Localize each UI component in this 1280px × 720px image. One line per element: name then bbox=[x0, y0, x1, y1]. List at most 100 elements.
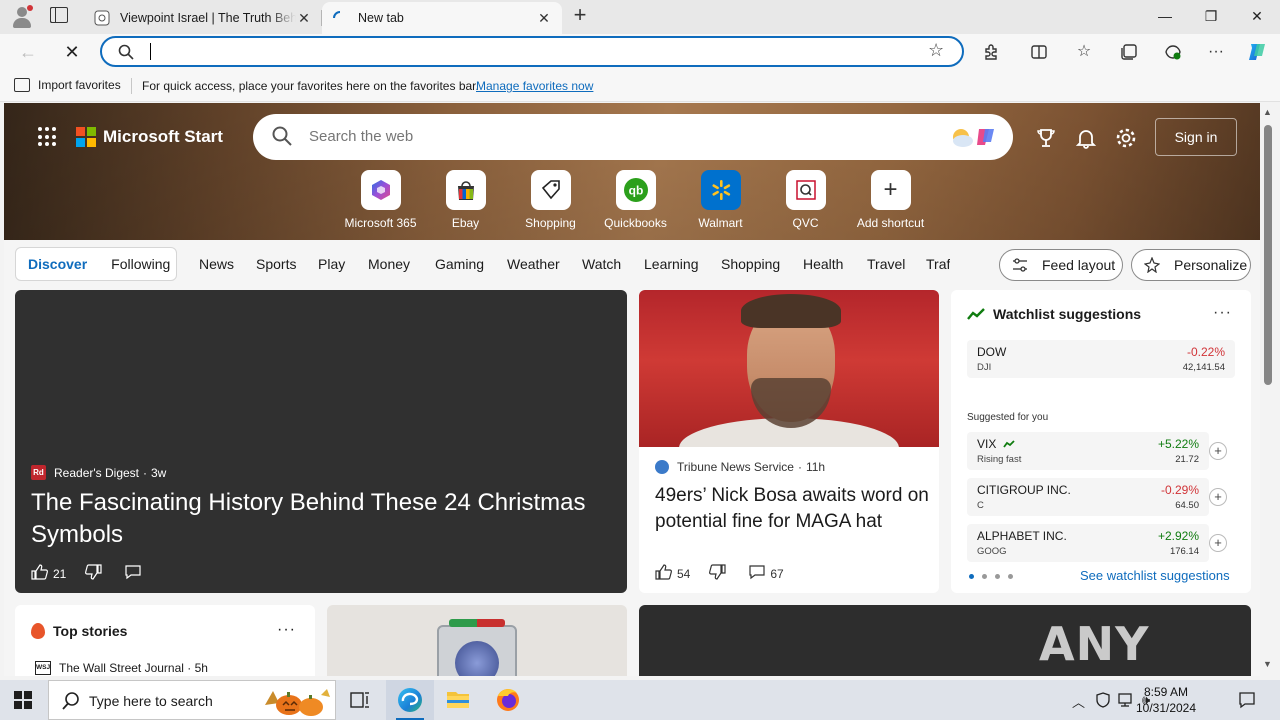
close-tab-icon[interactable]: ✕ bbox=[296, 10, 312, 27]
category-sports[interactable]: Sports bbox=[256, 256, 296, 272]
category-news[interactable]: News bbox=[199, 256, 234, 272]
firefox-icon[interactable] bbox=[484, 680, 532, 720]
category-travel[interactable]: Travel bbox=[867, 256, 905, 272]
new-tab-plus-icon[interactable]: + bbox=[568, 4, 592, 28]
see-watchlist-link[interactable]: See watchlist suggestions bbox=[1080, 568, 1230, 583]
weather-copilot-icon[interactable] bbox=[947, 123, 1005, 151]
favorite-star-icon[interactable]: ☆ bbox=[928, 40, 944, 61]
category-learning[interactable]: Learning bbox=[644, 256, 699, 272]
show-hidden-icons-icon[interactable]: ︿ bbox=[1072, 692, 1085, 711]
story-source[interactable]: WSJ The Wall Street Journal · 5h bbox=[35, 661, 208, 675]
category-gaming[interactable]: Gaming bbox=[435, 256, 484, 272]
more-options-icon[interactable]: ··· bbox=[277, 621, 296, 639]
personalize-button[interactable]: Personalize bbox=[1131, 249, 1251, 281]
stock-row-dow[interactable]: DOW DJI -0.22% 42,141.54 bbox=[967, 340, 1235, 378]
category-shopping[interactable]: Shopping bbox=[721, 256, 780, 272]
stop-loading-icon[interactable]: ✕ bbox=[58, 38, 86, 66]
extensions-icon[interactable] bbox=[980, 41, 1002, 63]
shortcut-shopping[interactable]: Shopping bbox=[508, 170, 593, 230]
settings-more-icon[interactable]: ··· bbox=[1205, 41, 1227, 63]
stock-row-alphabet[interactable]: ALPHABET INC. GOOG +2.92% 176.14 bbox=[967, 524, 1209, 562]
news-story-card[interactable]: Tribune News Service · 11h 49ers’ Nick B… bbox=[639, 290, 939, 593]
windows-start-icon[interactable] bbox=[14, 691, 32, 709]
thumbs-down-icon[interactable] bbox=[708, 563, 726, 584]
tab-new-tab[interactable]: New tab ✕ bbox=[322, 2, 562, 34]
tab-viewpoint-israel[interactable]: Viewpoint Israel | The Truth Behind ✕ bbox=[84, 2, 322, 34]
back-arrow-icon[interactable]: ← bbox=[14, 38, 42, 66]
page-scrollbar[interactable]: ▲ ▼ bbox=[1260, 103, 1280, 676]
shortcut-ebay[interactable]: Ebay bbox=[423, 170, 508, 230]
thumbs-up-icon[interactable] bbox=[655, 563, 673, 584]
notifications-bell-icon[interactable] bbox=[1075, 127, 1097, 149]
feature-story-card[interactable]: Rd Reader's Digest · 3w The Fascinating … bbox=[15, 290, 627, 593]
add-to-watchlist-icon[interactable]: + bbox=[1209, 534, 1227, 552]
scroll-down-icon[interactable]: ▼ bbox=[1263, 659, 1272, 669]
story-source: Tribune News Service · 11h bbox=[655, 460, 825, 474]
app-launcher-icon[interactable] bbox=[38, 127, 58, 147]
settings-gear-icon[interactable] bbox=[1115, 127, 1137, 149]
more-options-icon[interactable]: ··· bbox=[1213, 304, 1232, 322]
edge-taskbar-icon[interactable] bbox=[386, 680, 434, 720]
profile-avatar-icon[interactable] bbox=[10, 5, 34, 29]
category-play[interactable]: Play bbox=[318, 256, 345, 272]
minimize-button[interactable]: — bbox=[1142, 0, 1188, 32]
product-story-card[interactable] bbox=[327, 605, 627, 676]
tab-actions-icon[interactable] bbox=[50, 7, 70, 25]
system-clock[interactable]: 8:59 AM 10/31/2024 bbox=[1134, 684, 1198, 716]
taskbar-search-box[interactable]: Type here to search bbox=[48, 680, 336, 720]
thumbs-down-icon[interactable] bbox=[84, 563, 102, 584]
story-reactions: 21 bbox=[31, 563, 146, 584]
scrollbar-thumb[interactable] bbox=[1264, 125, 1272, 385]
collections-icon[interactable] bbox=[1118, 41, 1140, 63]
add-to-watchlist-icon[interactable]: + bbox=[1209, 488, 1227, 506]
category-watch[interactable]: Watch bbox=[582, 256, 621, 272]
split-screen-icon[interactable] bbox=[1028, 41, 1050, 63]
scroll-up-icon[interactable]: ▲ bbox=[1263, 107, 1272, 117]
task-view-icon[interactable] bbox=[336, 680, 384, 720]
shortcut-walmart[interactable]: Walmart bbox=[678, 170, 763, 230]
category-weather[interactable]: Weather bbox=[507, 256, 560, 272]
story-headline[interactable]: 49ers’ Nick Bosa awaits word on potentia… bbox=[655, 483, 931, 535]
brand-name[interactable]: Microsoft Start bbox=[103, 127, 223, 147]
manage-favorites-link[interactable]: Manage favorites now bbox=[476, 79, 593, 93]
stock-row-citigroup[interactable]: CITIGROUP INC. C -0.29% 64.50 bbox=[967, 478, 1209, 516]
import-favorites-button[interactable]: Import favorites bbox=[14, 78, 121, 92]
shortcut-label: Shopping bbox=[525, 216, 576, 230]
add-to-watchlist-icon[interactable]: + bbox=[1209, 442, 1227, 460]
notifications-icon[interactable] bbox=[1238, 691, 1256, 709]
favorites-icon[interactable]: ☆ bbox=[1073, 41, 1095, 63]
shortcut-microsoft-365[interactable]: Microsoft 365 bbox=[338, 170, 423, 230]
security-shield-icon[interactable] bbox=[1096, 692, 1110, 708]
restore-button[interactable]: ❐ bbox=[1188, 0, 1234, 32]
close-tab-icon[interactable]: ✕ bbox=[536, 10, 552, 27]
close-window-button[interactable]: ✕ bbox=[1234, 0, 1280, 32]
shortcut-qvc[interactable]: QVC bbox=[763, 170, 848, 230]
story-headline[interactable]: The Fascinating History Behind These 24 … bbox=[31, 487, 611, 551]
comment-icon[interactable] bbox=[124, 563, 142, 584]
watchlist-title: Watchlist suggestions bbox=[993, 306, 1142, 322]
comment-icon[interactable] bbox=[748, 563, 766, 584]
browser-essentials-icon[interactable] bbox=[1162, 41, 1184, 63]
copilot-icon[interactable] bbox=[1246, 41, 1268, 63]
clock-time: 8:59 AM bbox=[1143, 685, 1189, 699]
carousel-dots[interactable] bbox=[969, 574, 1013, 579]
stock-row-vix[interactable]: VIX Rising fast +5.22% 21.72 bbox=[967, 432, 1209, 470]
address-bar-input[interactable]: ☆ bbox=[100, 36, 964, 67]
web-search-box[interactable]: Search the web bbox=[253, 114, 1013, 160]
tab-following[interactable]: Following bbox=[99, 256, 182, 272]
add-shortcut-button[interactable]: + Add shortcut bbox=[848, 170, 933, 230]
category-money[interactable]: Money bbox=[368, 256, 410, 272]
thumbs-up-icon[interactable] bbox=[31, 563, 49, 584]
sign-in-button[interactable]: Sign in bbox=[1155, 118, 1237, 156]
category-health[interactable]: Health bbox=[803, 256, 843, 272]
tab-discover[interactable]: Discover bbox=[16, 256, 99, 272]
search-placeholder: Search the web bbox=[309, 128, 414, 145]
import-favorites-label: Import favorites bbox=[38, 78, 121, 92]
microsoft-logo-icon bbox=[76, 127, 96, 147]
shortcut-quickbooks[interactable]: qb Quickbooks bbox=[593, 170, 678, 230]
video-story-card[interactable]: ANY RUN bbox=[639, 605, 1251, 676]
rewards-trophy-icon[interactable] bbox=[1035, 127, 1057, 149]
file-explorer-icon[interactable] bbox=[434, 680, 482, 720]
category-traffic[interactable]: Traf bbox=[926, 256, 950, 272]
feed-layout-button[interactable]: Feed layout bbox=[999, 249, 1123, 281]
